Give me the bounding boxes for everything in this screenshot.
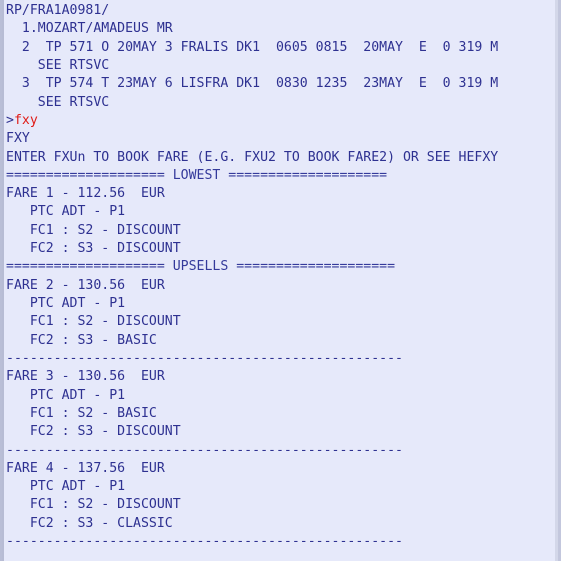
terminal-screen[interactable]: RP/FRA1A0981/ 1.MOZART/AMADEUS MR 2 TP 5… — [2, 2, 558, 551]
command-prompt[interactable]: >fxy — [6, 112, 558, 130]
separator-upsells: ==================== UPSELLS ===========… — [6, 259, 396, 275]
segment-3-note: SEE RTSVC — [6, 94, 110, 110]
segment-3: 3 TP 574 T 23MAY 6 LISFRA DK1 0830 1235 … — [6, 76, 499, 92]
fare-3-ptc: PTC ADT - P1 — [6, 387, 126, 403]
divider-2: ----------------------------------------… — [6, 442, 403, 458]
fare-4-ptc: PTC ADT - P1 — [6, 479, 126, 495]
fare-3-header: FARE 3 - 130.56 EUR — [6, 369, 165, 385]
command-echo: FXY — [6, 131, 30, 147]
fare-2-fc2: FC2 : S3 - BASIC — [6, 332, 157, 348]
fare-4-header: FARE 4 - 137.56 EUR — [6, 460, 165, 476]
fare-1-ptc: PTC ADT - P1 — [6, 204, 126, 220]
segment-2: 2 TP 571 O 20MAY 3 FRALIS DK1 0605 0815 … — [6, 39, 499, 55]
divider-1: ----------------------------------------… — [6, 350, 403, 366]
fare-1-header: FARE 1 - 112.56 EUR — [6, 186, 165, 202]
segment-2-note: SEE RTSVC — [6, 57, 110, 73]
fare-2-ptc: PTC ADT - P1 — [6, 296, 126, 311]
amadeus-terminal-window[interactable]: RP/FRA1A0981/ 1.MOZART/AMADEUS MR 2 TP 5… — [0, 0, 561, 561]
instruction-line: ENTER FXUn TO BOOK FARE (E.G. FXU2 TO BO… — [6, 149, 499, 165]
window-right-gutter — [555, 0, 558, 561]
fare-3-fc2: FC2 : S3 - DISCOUNT — [6, 424, 181, 440]
record-locator: RP/FRA1A0981/ — [6, 3, 110, 18]
fare-2-fc1: FC1 : S2 - DISCOUNT — [6, 314, 181, 330]
prompt-caret: > — [6, 112, 14, 128]
fare-3-fc1: FC1 : S2 - BASIC — [6, 405, 157, 421]
divider-3: ----------------------------------------… — [6, 534, 403, 550]
fare-2-header: FARE 2 - 130.56 EUR — [6, 277, 165, 293]
fare-1-fc2: FC2 : S3 - DISCOUNT — [6, 241, 181, 257]
passenger-name-1: 1.MOZART/AMADEUS MR — [6, 21, 173, 37]
fare-1-fc1: FC1 : S2 - DISCOUNT — [6, 222, 181, 238]
fare-4-fc1: FC1 : S2 - DISCOUNT — [6, 497, 181, 513]
command-input-text[interactable]: fxy — [14, 113, 38, 128]
fare-4-fc2: FC2 : S3 - CLASSIC — [6, 515, 173, 531]
separator-lowest: ==================== LOWEST ============… — [6, 167, 388, 183]
